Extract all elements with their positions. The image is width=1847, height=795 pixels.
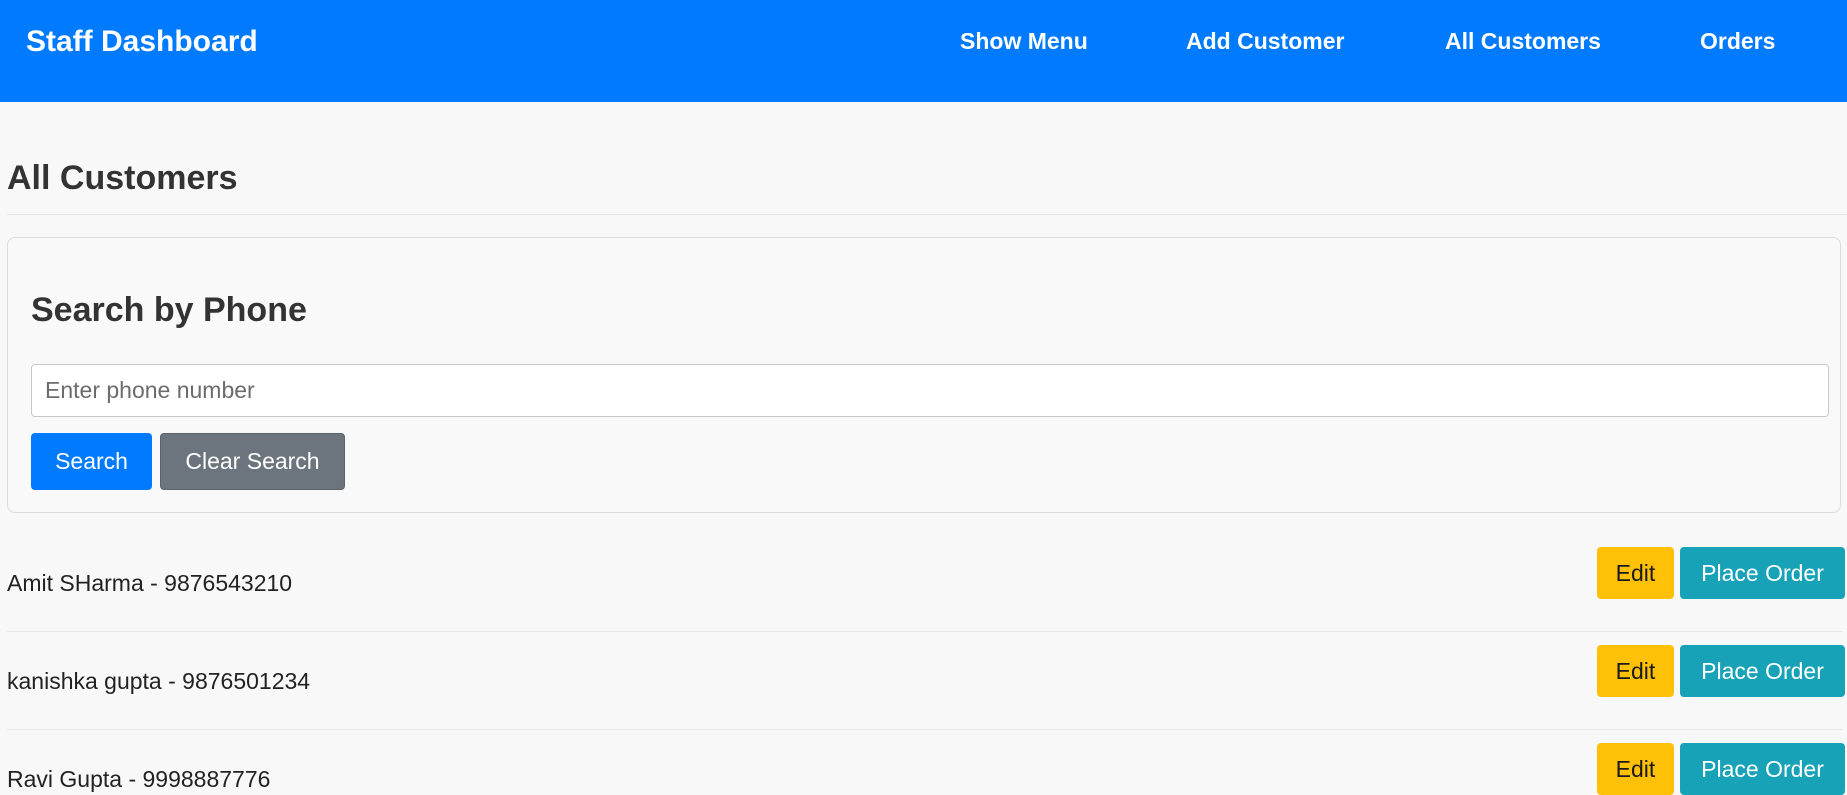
nav-all-customers[interactable]: All Customers <box>1445 27 1601 55</box>
nav-add-customer[interactable]: Add Customer <box>1186 27 1344 55</box>
edit-customer-button[interactable]: Edit <box>1597 547 1674 599</box>
customer-info: kanishka gupta - 9876501234 <box>7 668 311 694</box>
place-order-button[interactable]: Place Order <box>1680 645 1845 697</box>
edit-customer-button[interactable]: Edit <box>1597 645 1674 697</box>
search-card: Search by Phone Search Clear Search <box>7 237 1841 513</box>
brand-title[interactable]: Staff Dashboard <box>26 24 258 60</box>
title-divider <box>7 214 1847 215</box>
place-order-button[interactable]: Place Order <box>1680 547 1845 599</box>
page-title: All Customers <box>7 159 238 197</box>
phone-search-input[interactable] <box>31 364 1829 417</box>
top-navbar: Staff Dashboard Show Menu Add Customer A… <box>0 0 1847 102</box>
nav-show-menu[interactable]: Show Menu <box>960 27 1088 55</box>
clear-search-button[interactable]: Clear Search <box>160 433 345 490</box>
customer-row: Ravi Gupta - 9998887776 Edit Place Order <box>7 730 1845 795</box>
customer-info: Ravi Gupta - 9998887776 <box>7 766 271 792</box>
search-button[interactable]: Search <box>31 433 152 490</box>
nav-orders[interactable]: Orders <box>1700 27 1775 55</box>
search-heading: Search by Phone <box>31 291 307 329</box>
customer-row: kanishka gupta - 9876501234 Edit Place O… <box>7 632 1845 730</box>
customer-row: Amit SHarma - 9876543210 Edit Place Orde… <box>7 534 1845 632</box>
customer-info: Amit SHarma - 9876543210 <box>7 570 293 596</box>
place-order-button[interactable]: Place Order <box>1680 743 1845 795</box>
edit-customer-button[interactable]: Edit <box>1597 743 1674 795</box>
